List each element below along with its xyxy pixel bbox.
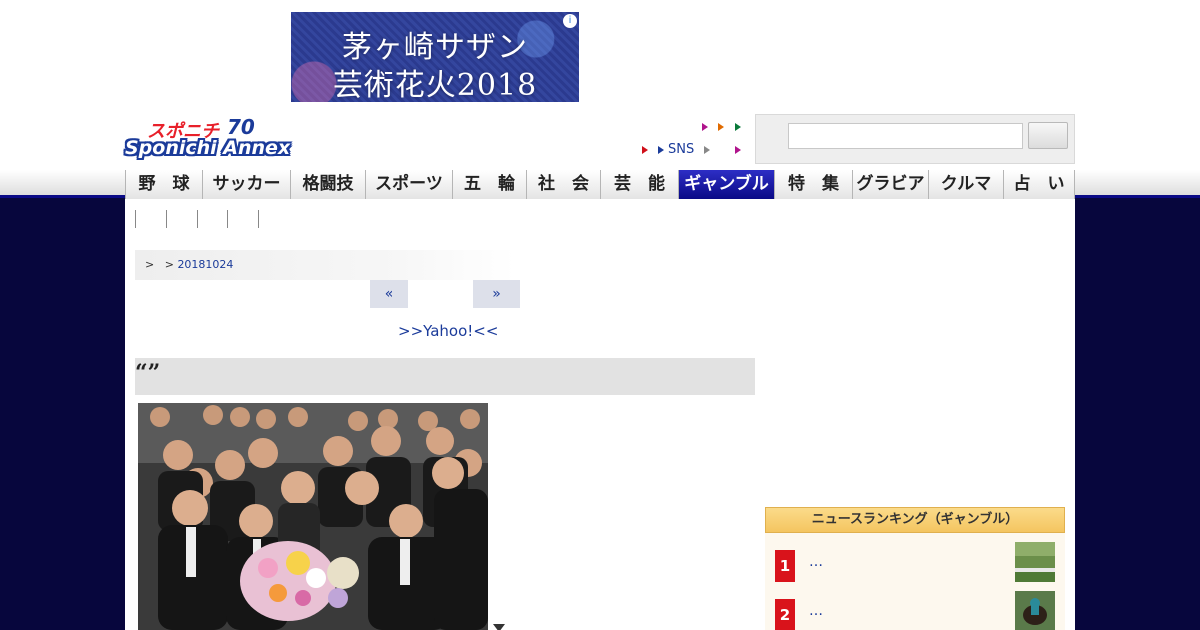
ranking-headline[interactable]: … [809, 554, 823, 570]
link-arrow-icon[interactable] [735, 123, 741, 131]
search-input[interactable] [788, 123, 1023, 149]
nav-item-gravure[interactable]: グラビア [852, 170, 928, 199]
nav-item-cars[interactable]: クルマ [928, 170, 1003, 199]
breadcrumb-separator: > [164, 258, 174, 271]
info-icon[interactable]: i [563, 14, 577, 28]
subnav-divider [197, 210, 198, 228]
header-links: SNS [640, 120, 750, 160]
ad-banner[interactable]: 茅ヶ崎サザン 芸術花火2018 i [291, 12, 579, 102]
headline-bar: “” [135, 358, 755, 395]
caption-toggle-icon[interactable] [493, 624, 505, 630]
nav-item-baseball[interactable]: 野 球 [125, 170, 202, 199]
nav-item-entertainment[interactable]: 芸 能 [600, 170, 678, 199]
nav-item-sports[interactable]: スポーツ [365, 170, 452, 199]
nav-item-society[interactable]: 社 会 [526, 170, 600, 199]
breadcrumb-separator: > [145, 258, 155, 271]
logo-anniversary: 70 [227, 115, 255, 139]
search-button[interactable] [1028, 122, 1068, 149]
search-area [755, 114, 1075, 164]
nav-item-martial-arts[interactable]: 格闘技 [290, 170, 365, 199]
nav-item-feature[interactable]: 特 集 [774, 170, 852, 199]
article-headline: “” [135, 360, 161, 386]
subnav-divider [135, 210, 136, 228]
subnav-divider [166, 210, 167, 228]
ranking-list: 1 … 2 … [765, 533, 1065, 630]
nav-item-fortune[interactable]: 占 い [1003, 170, 1075, 199]
ad-subtitle: 芸術花火2018 [332, 68, 538, 102]
ranking-headline[interactable]: … [809, 603, 823, 619]
site-logo[interactable]: スポニチ 70 Sponichi Annex [125, 115, 320, 163]
sns-arrow-icon[interactable] [658, 146, 664, 154]
ranking-thumbnail[interactable] [1015, 542, 1055, 582]
logo-text-english: Sponichi Annex [125, 137, 291, 159]
next-article-button[interactable]: » [473, 280, 520, 308]
link-arrow-icon[interactable] [718, 123, 724, 131]
sns-link[interactable]: SNS [668, 142, 694, 157]
rank-number: 1 [775, 550, 795, 582]
global-nav: 野 球 サッカー 格闘技 スポーツ 五 輪 社 会 芸 能 ギャンブル 特 集 … [125, 170, 1075, 199]
link-arrow-icon[interactable] [642, 146, 648, 154]
breadcrumb-date-link[interactable]: 20181024 [177, 258, 233, 271]
ranking-title: ニュースランキング（ギャンブル） [765, 507, 1065, 533]
breadcrumb: > > 20181024 [135, 250, 515, 280]
prev-article-button[interactable]: « [370, 280, 408, 308]
ranking-item[interactable]: 1 … [775, 542, 1055, 582]
link-arrow-icon[interactable] [702, 123, 708, 131]
group-photo-illustration [138, 403, 488, 630]
ranking-thumbnail[interactable] [1015, 591, 1055, 630]
subnav-divider [227, 210, 228, 228]
yahoo-link[interactable]: >>Yahoo!<< [398, 322, 498, 340]
nav-item-soccer[interactable]: サッカー [202, 170, 290, 199]
nav-item-olympics[interactable]: 五 輪 [452, 170, 526, 199]
link-arrow-icon[interactable] [704, 146, 710, 154]
article-photo[interactable] [138, 403, 488, 630]
link-arrow-icon[interactable] [735, 146, 741, 154]
rank-number: 2 [775, 599, 795, 630]
ranking-item[interactable]: 2 … [775, 591, 1055, 630]
subnav-divider [258, 210, 259, 228]
nav-item-gamble[interactable]: ギャンブル [678, 170, 774, 199]
